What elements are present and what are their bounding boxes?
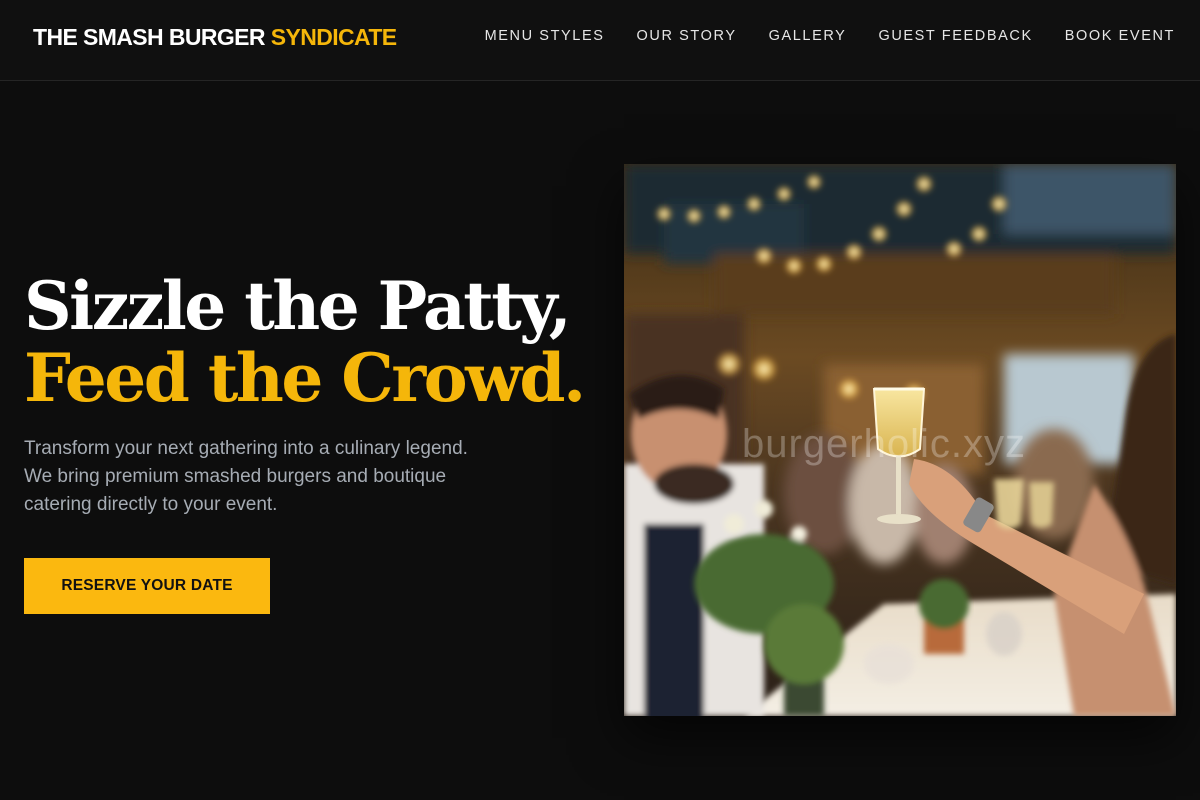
hero-description: Transform your next gathering into a cul… — [24, 438, 468, 515]
nav-menu-styles[interactable]: MENU STYLES — [485, 28, 605, 44]
nav-book-event[interactable]: BOOK EVENT — [1065, 28, 1175, 44]
brand-name: THE SMASH BURGER — [33, 24, 266, 50]
hero-title: Sizzle the Patty, Feed the Crowd. — [24, 267, 586, 417]
site-header: THE SMASH BURGER SYNDICATE MENU STYLES O… — [0, 0, 1200, 81]
brand-logo[interactable]: THE SMASH BURGER SYNDICATE — [33, 24, 397, 51]
reserve-date-button[interactable]: RESERVE YOUR DATE — [24, 558, 270, 614]
hero-photo: burgerholic.xyz — [624, 164, 1176, 716]
main-nav: MENU STYLES OUR STORY GALLERY GUEST FEED… — [485, 28, 1175, 44]
hero-title-line-2: Feed the Crowd. — [24, 339, 586, 417]
nav-our-story[interactable]: OUR STORY — [637, 28, 737, 44]
nav-gallery[interactable]: GALLERY — [769, 28, 847, 44]
brand-accent: SYNDICATE — [270, 24, 397, 50]
nav-guest-feedback[interactable]: GUEST FEEDBACK — [878, 28, 1032, 44]
image-watermark: burgerholic.xyz — [742, 422, 1027, 466]
hero-title-line-1: Sizzle the Patty, — [24, 267, 572, 345]
